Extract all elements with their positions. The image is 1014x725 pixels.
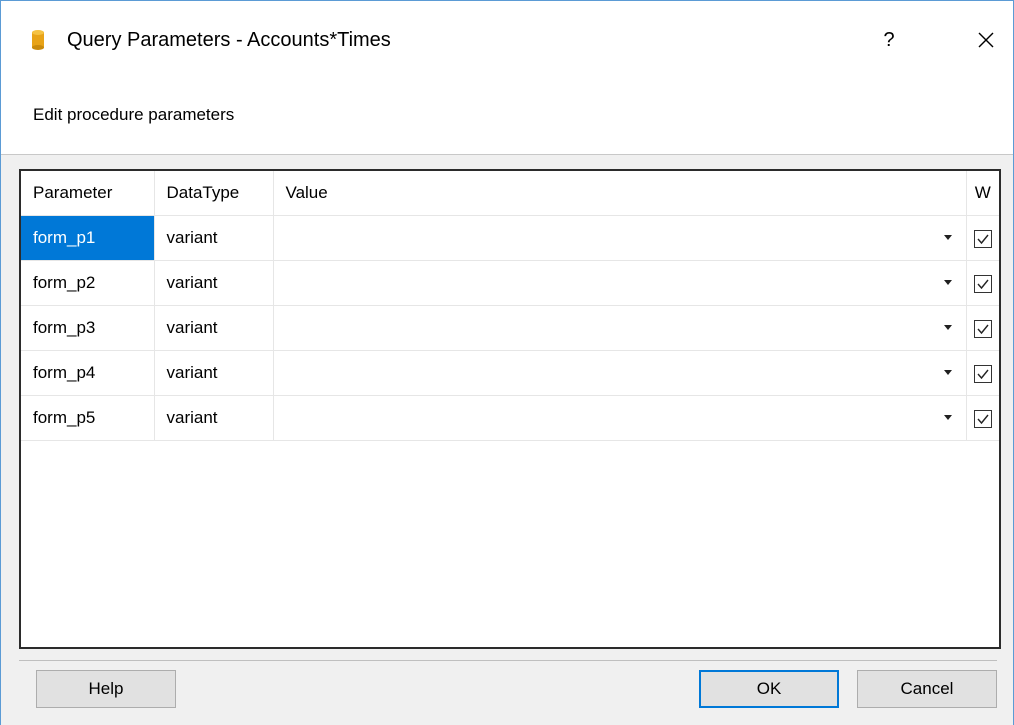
table-row[interactable]: form_p1 variant: [21, 215, 999, 261]
dropdown-arrow-icon[interactable]: [943, 235, 952, 240]
checkmark-icon: [977, 279, 989, 289]
parameter-cell[interactable]: form_p4: [21, 350, 155, 396]
query-parameters-dialog: Query Parameters - Accounts*Times ? Edit…: [0, 0, 1014, 725]
value-cell[interactable]: [272, 395, 967, 441]
datatype-cell[interactable]: variant: [153, 395, 274, 441]
title-bar: Query Parameters - Accounts*Times ?: [1, 1, 1013, 79]
column-header-w[interactable]: W: [965, 171, 999, 216]
parameter-cell[interactable]: form_p3: [21, 305, 155, 351]
w-checkbox[interactable]: [973, 409, 992, 428]
database-icon: [32, 30, 44, 50]
table-row[interactable]: form_p2 variant: [21, 260, 999, 306]
value-cell[interactable]: [272, 215, 967, 261]
w-cell: [965, 260, 999, 306]
dropdown-arrow-icon[interactable]: [943, 325, 952, 330]
help-question-button[interactable]: ?: [874, 25, 904, 55]
cancel-button[interactable]: Cancel: [857, 670, 997, 708]
w-cell: [965, 395, 999, 441]
checkmark-icon: [977, 324, 989, 334]
datatype-cell[interactable]: variant: [153, 260, 274, 306]
column-header-value[interactable]: Value: [272, 171, 967, 216]
w-checkbox[interactable]: [973, 319, 992, 338]
checkmark-icon: [977, 369, 989, 379]
value-input[interactable]: [274, 262, 965, 305]
table-row[interactable]: form_p3 variant: [21, 305, 999, 351]
table-row[interactable]: form_p5 variant: [21, 395, 999, 441]
value-cell[interactable]: [272, 350, 967, 396]
parameter-cell[interactable]: form_p2: [21, 260, 155, 306]
parameter-cell[interactable]: form_p1: [21, 215, 155, 261]
table-row[interactable]: form_p4 variant: [21, 350, 999, 396]
checkmark-icon: [977, 234, 989, 244]
checkmark-icon: [977, 414, 989, 424]
parameters-grid: Parameter DataType Value W form_p1 varian…: [19, 169, 1001, 649]
datatype-cell[interactable]: variant: [153, 350, 274, 396]
dialog-content: Parameter DataType Value W form_p1 varian…: [1, 154, 1013, 725]
grid-header-row: Parameter DataType Value W: [21, 171, 999, 216]
w-checkbox[interactable]: [973, 229, 992, 248]
column-header-datatype[interactable]: DataType: [153, 171, 274, 216]
value-input[interactable]: [274, 397, 965, 440]
divider: [19, 660, 997, 661]
dropdown-arrow-icon[interactable]: [943, 370, 952, 375]
dropdown-arrow-icon[interactable]: [943, 415, 952, 420]
parameter-cell[interactable]: form_p5: [21, 395, 155, 441]
datatype-cell[interactable]: variant: [153, 215, 274, 261]
value-input[interactable]: [274, 352, 965, 395]
value-input[interactable]: [274, 217, 965, 260]
dropdown-arrow-icon[interactable]: [943, 280, 952, 285]
ok-button[interactable]: OK: [699, 670, 839, 708]
help-button[interactable]: Help: [36, 670, 176, 708]
value-cell[interactable]: [272, 305, 967, 351]
w-cell: [965, 305, 999, 351]
w-checkbox[interactable]: [973, 364, 992, 383]
close-icon[interactable]: [969, 25, 1003, 55]
window-title: Query Parameters - Accounts*Times: [67, 29, 391, 51]
datatype-cell[interactable]: variant: [153, 305, 274, 351]
column-header-parameter[interactable]: Parameter: [21, 171, 155, 216]
value-input[interactable]: [274, 307, 965, 350]
value-cell[interactable]: [272, 260, 967, 306]
grid-body: form_p1 variant form_p2 variant form_p3 varia…: [21, 215, 999, 441]
w-cell: [965, 215, 999, 261]
w-checkbox[interactable]: [973, 274, 992, 293]
dialog-subtitle: Edit procedure parameters: [33, 105, 235, 124]
w-cell: [965, 350, 999, 396]
